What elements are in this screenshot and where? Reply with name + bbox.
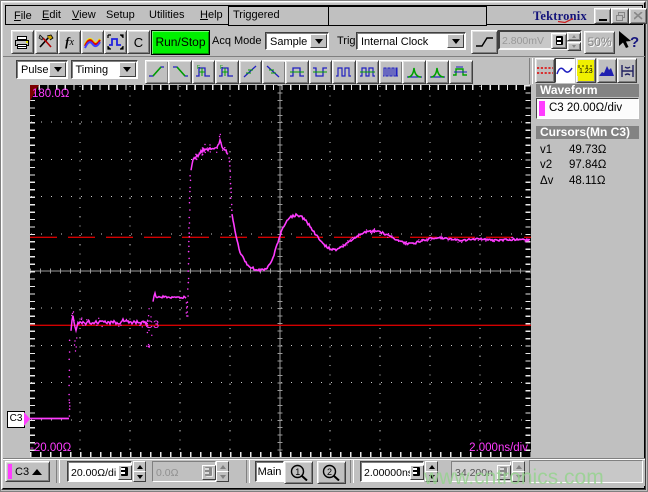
svg-text:-20.00Ω: -20.00Ω [30,442,72,454]
svg-text:2: 2 [327,467,332,477]
svg-text:1.23: 1.23 [579,68,593,75]
svg-text:C3: C3 [145,319,159,331]
svg-text:180.0Ω: 180.0Ω [32,88,70,100]
svg-text:F: F [220,65,223,71]
svg-text:F: F [197,65,200,71]
svg-text:2.000ns/div: 2.000ns/div [469,442,528,454]
svg-text:?: ? [630,34,639,51]
svg-text:1: 1 [295,467,300,477]
